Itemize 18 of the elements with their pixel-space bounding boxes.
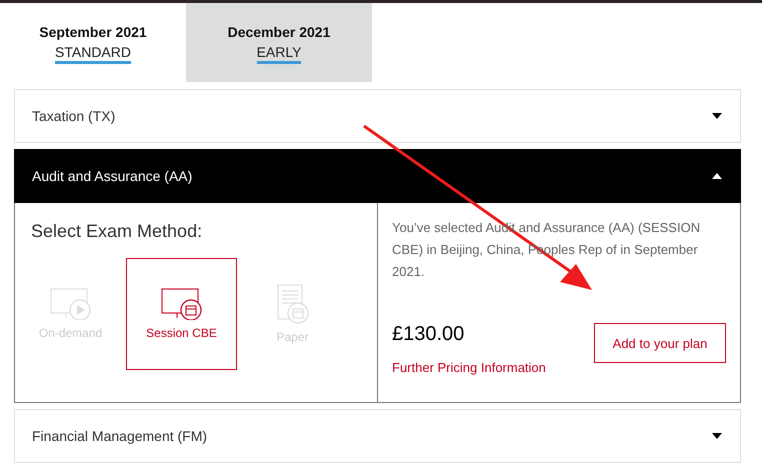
- add-to-plan-button[interactable]: Add to your plan: [594, 323, 726, 363]
- subject-title: Audit and Assurance (AA): [32, 168, 192, 184]
- pricing-link[interactable]: Further Pricing Information: [392, 360, 546, 375]
- document-calendar-icon: [276, 284, 308, 324]
- subject-header[interactable]: Financial Management (FM): [14, 409, 741, 463]
- price: £130.00: [392, 323, 464, 345]
- subject-header[interactable]: Taxation (TX): [14, 89, 741, 143]
- session-tab[interactable]: December 2021 EARLY: [186, 3, 372, 82]
- subject-title: Financial Management (FM): [32, 428, 208, 444]
- caret-icon: [712, 113, 722, 119]
- subject-title: Taxation (TX): [32, 108, 116, 124]
- method-heading: Select Exam Method:: [31, 221, 204, 242]
- monitor-calendar-icon: [160, 288, 202, 320]
- monitor-play-icon: [50, 288, 92, 320]
- caret-icon: [712, 433, 722, 439]
- method-option[interactable]: Session CBE: [126, 258, 237, 370]
- caret-icon: [712, 173, 722, 179]
- subject-header[interactable]: Audit and Assurance (AA): [14, 149, 741, 203]
